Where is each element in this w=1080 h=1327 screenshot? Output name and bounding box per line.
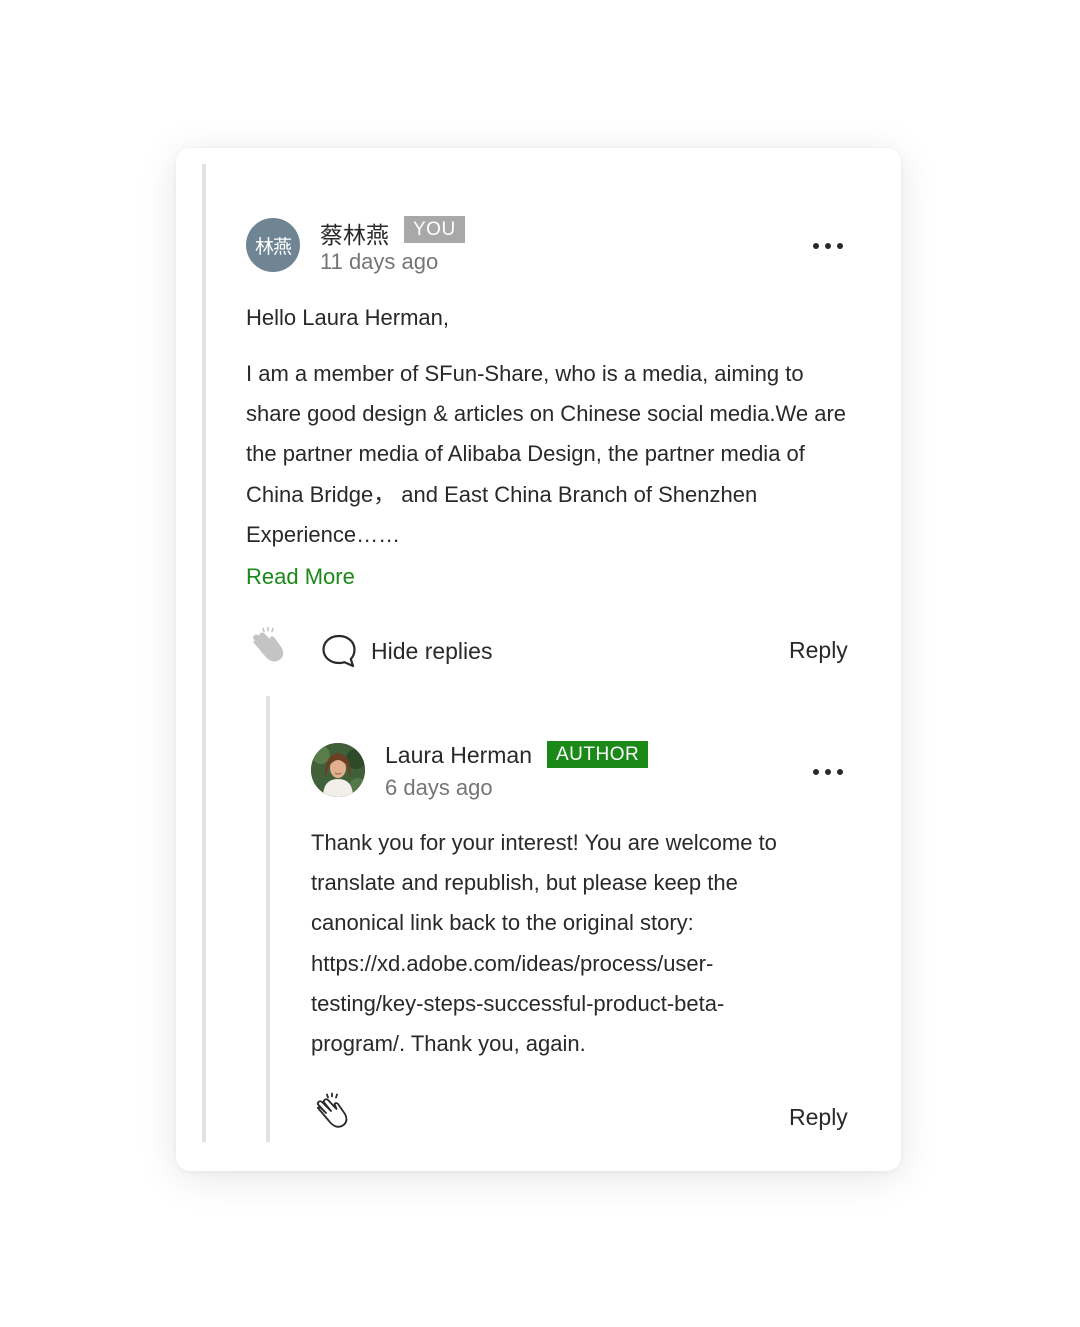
reply-button[interactable]: Reply xyxy=(789,637,848,664)
profile-photo xyxy=(311,743,365,797)
dot xyxy=(825,769,831,775)
clap-icon[interactable] xyxy=(246,626,290,670)
comment-greeting: Hello Laura Herman, xyxy=(246,305,449,330)
hide-replies-button[interactable]: Hide replies xyxy=(321,631,492,671)
dot xyxy=(825,243,831,249)
more-options-button[interactable] xyxy=(813,239,843,253)
reply-author-name[interactable]: Laura Herman xyxy=(385,742,532,769)
dot xyxy=(837,769,843,775)
reply-thread-line xyxy=(266,696,270,1142)
comment-timestamp[interactable]: 11 days ago xyxy=(320,249,438,275)
reply-more-options-button[interactable] xyxy=(813,765,843,779)
speech-bubble-icon xyxy=(322,634,356,668)
dot xyxy=(837,243,843,249)
comment-body: I am a member of SFun-Share, who is a me… xyxy=(246,361,847,547)
avatar[interactable]: 林燕 xyxy=(246,218,300,272)
dot xyxy=(813,769,819,775)
thread-line xyxy=(202,164,206,1142)
reply-clap-icon[interactable] xyxy=(310,1092,354,1136)
reply-button[interactable]: Reply xyxy=(789,1104,848,1131)
avatar[interactable] xyxy=(311,743,365,797)
you-badge: YOU xyxy=(404,216,465,243)
comment-author-name[interactable]: 蔡林燕 xyxy=(320,216,389,250)
reply-body: Thank you for your interest! You are wel… xyxy=(311,830,777,1057)
author-badge: AUTHOR xyxy=(547,741,649,768)
comment-card: 林燕 蔡林燕 YOU 11 days ago Hello Laura Herma… xyxy=(176,148,901,1171)
hide-replies-label: Hide replies xyxy=(371,637,493,664)
read-more-link[interactable]: Read More xyxy=(246,564,355,590)
reply-timestamp[interactable]: 6 days ago xyxy=(385,775,493,801)
dot xyxy=(813,243,819,249)
